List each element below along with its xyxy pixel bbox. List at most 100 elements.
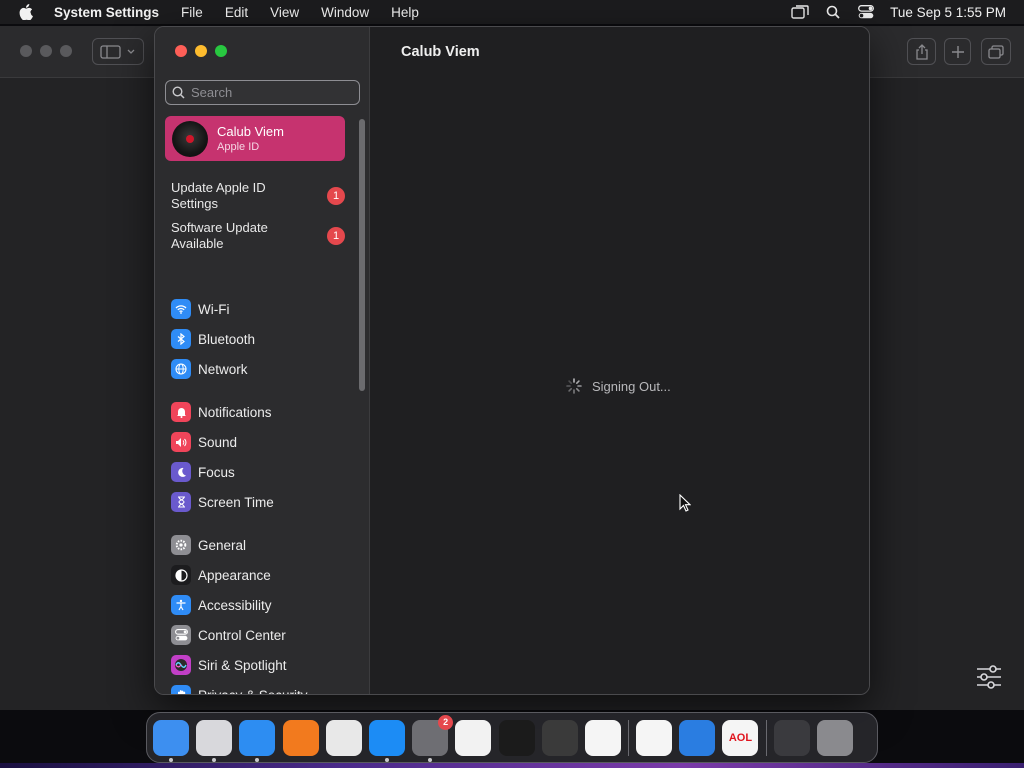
background-window-controls [20, 45, 72, 57]
share-icon [915, 43, 928, 60]
zoom-button[interactable] [215, 45, 227, 57]
notice-update-apple-id[interactable]: Update Apple ID Settings 1 [171, 180, 345, 212]
search-input[interactable] [191, 85, 351, 100]
chrome-icon[interactable] [325, 719, 362, 756]
bg-minimize-dot[interactable] [40, 45, 52, 57]
weather-icon[interactable] [679, 719, 716, 756]
dock-badge: 2 [438, 714, 454, 730]
sidebar-item-control-center[interactable]: Control Center [171, 622, 345, 648]
sidebar: Calub Viem Apple ID Update Apple ID Sett… [155, 27, 370, 694]
sidebar-toggle-button[interactable] [92, 38, 144, 65]
sidebar-scrollbar[interactable] [359, 119, 365, 391]
visual-studio-icon[interactable] [636, 719, 673, 756]
sidebar-item-label: Privacy & Security [198, 687, 308, 695]
accessibility-icon [171, 595, 191, 615]
menubar-clock[interactable]: Tue Sep 5 1:55 PM [890, 5, 1006, 20]
menu-view[interactable]: View [259, 5, 310, 20]
speaker-icon [171, 432, 191, 452]
sidebar-item-label: Screen Time [198, 494, 274, 510]
search-field[interactable] [165, 80, 360, 105]
bg-close-dot[interactable] [20, 45, 32, 57]
sidebar-item-notifications[interactable]: Notifications [171, 399, 345, 425]
new-tab-button[interactable] [944, 38, 971, 65]
siri-icon [171, 655, 191, 675]
sidebar-item-label: Accessibility [198, 597, 272, 613]
apple-id-account-item[interactable]: Calub Viem Apple ID [165, 116, 345, 161]
sidebar-item-bluetooth[interactable]: Bluetooth [171, 326, 345, 352]
sidebar-item-label: Siri & Spotlight [198, 657, 287, 673]
signing-out-status: Signing Out... [566, 378, 671, 394]
mouse-cursor-icon [679, 493, 692, 517]
desktop-wallpaper [0, 763, 1024, 768]
vscode-icon[interactable] [584, 719, 621, 756]
share-button[interactable] [907, 38, 936, 65]
notice-software-update[interactable]: Software Update Available 1 [171, 220, 345, 252]
tabs-icon [988, 44, 1004, 59]
sidebar-item-focus[interactable]: Focus [171, 459, 345, 485]
sidebar-item-label: Control Center [198, 627, 286, 643]
aol-icon[interactable]: AOL [722, 719, 759, 756]
sidebar-item-label: Sound [198, 434, 238, 450]
sidebar-item-appearance[interactable]: Appearance [171, 562, 345, 588]
menu-app-name[interactable]: System Settings [52, 5, 170, 20]
menu-window[interactable]: Window [310, 5, 380, 20]
control-center-icon [171, 625, 191, 645]
guitar-icon[interactable] [541, 719, 578, 756]
control-center-icon[interactable] [849, 5, 882, 19]
menu-bar: System Settings File Edit View Window He… [0, 0, 1024, 24]
sidebar-item-label: General [198, 537, 247, 553]
spotlight-search-icon[interactable] [816, 5, 849, 19]
system-settings-icon[interactable]: 2 [412, 714, 454, 762]
tab-overview-button[interactable] [981, 38, 1011, 65]
window-controls [175, 45, 227, 57]
firefox-icon[interactable] [282, 719, 319, 756]
dock-separator [765, 719, 767, 756]
sidebar-item-wi-fi[interactable]: Wi-Fi [171, 296, 345, 322]
minimize-button[interactable] [195, 45, 207, 57]
sidebar-item-label: Network [198, 361, 248, 377]
textedit-icon[interactable] [455, 719, 492, 756]
screen-mirroring-icon[interactable] [783, 5, 816, 19]
downloads-stack-icon[interactable] [773, 719, 810, 756]
bluetooth-icon [171, 329, 191, 349]
system-settings-window: Calub Viem Apple ID Update Apple ID Sett… [154, 26, 870, 695]
hourglass-icon [171, 492, 191, 512]
sidebar-item-screen-time[interactable]: Screen Time [171, 489, 345, 515]
sidebar-item-sound[interactable]: Sound [171, 429, 345, 455]
sidebar-item-siri-spotlight[interactable]: Siri & Spotlight [171, 652, 345, 678]
finder-icon[interactable] [153, 719, 189, 762]
sidebar-item-accessibility[interactable]: Accessibility [171, 592, 345, 618]
sidebar-item-network[interactable]: Network [171, 356, 345, 382]
sliders-icon[interactable] [976, 665, 1002, 694]
notice-label: Software Update Available [171, 220, 268, 251]
sidebar-item-label: Bluetooth [198, 331, 256, 347]
dock-icon-text: AOL [728, 731, 753, 744]
safari-icon[interactable] [239, 719, 276, 762]
launchpad-icon[interactable] [196, 719, 233, 762]
sidebar-item-general[interactable]: General [171, 532, 345, 558]
account-name: Calub Viem [217, 124, 284, 139]
running-indicator [169, 757, 173, 762]
running-indicator [428, 757, 433, 762]
bg-zoom-dot[interactable] [60, 45, 72, 57]
apple-menu-icon[interactable] [0, 4, 52, 20]
close-button[interactable] [175, 45, 187, 57]
sidebar-item-label: Wi-Fi [198, 301, 230, 317]
app-store-icon[interactable] [368, 719, 405, 762]
spinner-icon [566, 378, 582, 394]
running-indicator [212, 757, 217, 762]
running-indicator [255, 757, 260, 762]
menu-help[interactable]: Help [380, 5, 430, 20]
trash-icon[interactable] [816, 719, 853, 756]
gear-icon [171, 535, 191, 555]
menu-file[interactable]: File [170, 5, 214, 20]
appearance-icon [171, 565, 191, 585]
plus-icon [951, 45, 964, 58]
terminal-icon[interactable] [498, 719, 535, 756]
menu-edit[interactable]: Edit [214, 5, 259, 20]
status-text: Signing Out... [592, 378, 671, 394]
dock-separator [628, 719, 630, 756]
sidebar-item-privacy-security[interactable]: Privacy & Security [171, 682, 345, 695]
sidebar-icon [100, 44, 135, 59]
notification-badge: 1 [327, 227, 345, 245]
